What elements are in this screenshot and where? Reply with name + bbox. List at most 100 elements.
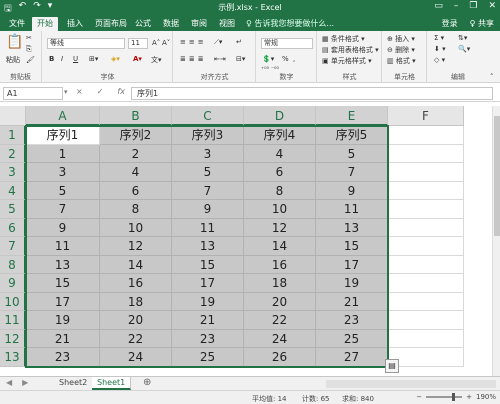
cell-b1[interactable]: 序列2 xyxy=(100,126,172,145)
cell-a13[interactable]: 23 xyxy=(26,348,100,367)
zoom-slider-knob[interactable] xyxy=(452,393,456,401)
row-header-1[interactable]: 1 xyxy=(0,126,26,145)
row-header-6[interactable]: 6 xyxy=(0,218,26,237)
row-header-13[interactable]: 13 xyxy=(0,348,26,367)
cell-c7[interactable]: 13 xyxy=(172,237,244,256)
row-header-11[interactable]: 11 xyxy=(0,311,26,330)
italic-button[interactable]: I xyxy=(61,55,63,63)
select-all-corner[interactable] xyxy=(0,106,26,126)
row-header-4[interactable]: 4 xyxy=(0,181,26,200)
borders-icon[interactable]: ⊞▾ xyxy=(89,55,98,63)
cell-e1[interactable]: 序列5 xyxy=(316,126,388,145)
orientation-icon[interactable]: ⟋▾ xyxy=(214,38,222,47)
cell-c2[interactable]: 3 xyxy=(172,144,244,163)
font-name-select[interactable]: 等线 xyxy=(47,38,125,49)
cell-b7[interactable]: 12 xyxy=(100,237,172,256)
cancel-icon[interactable]: × xyxy=(76,87,83,96)
cell-f4[interactable] xyxy=(388,181,464,200)
cell-d8[interactable]: 16 xyxy=(244,255,316,274)
cell-a4[interactable]: 5 xyxy=(26,181,100,200)
delete-cells-button[interactable]: ⊖ 删除 ▾ xyxy=(387,45,415,55)
cell-d11[interactable]: 22 xyxy=(244,311,316,330)
cell-a3[interactable]: 3 xyxy=(26,163,100,182)
tab-home[interactable]: 开始 xyxy=(32,17,58,31)
enter-icon[interactable]: ✓ xyxy=(97,87,104,96)
row-header-12[interactable]: 12 xyxy=(0,329,26,348)
cell-c13[interactable]: 25 xyxy=(172,348,244,367)
column-header-b[interactable]: B xyxy=(100,106,172,126)
cell-f8[interactable] xyxy=(388,255,464,274)
cell-b8[interactable]: 14 xyxy=(100,255,172,274)
name-box[interactable]: A1 xyxy=(3,87,63,100)
row-header-10[interactable]: 10 xyxy=(0,292,26,311)
horizontal-scrollbar[interactable] xyxy=(326,380,496,388)
cell-styles-button[interactable]: ▣ 单元格样式 ▾ xyxy=(322,56,372,66)
cell-d12[interactable]: 24 xyxy=(244,329,316,348)
cell-d7[interactable]: 14 xyxy=(244,237,316,256)
cell-e11[interactable]: 23 xyxy=(316,311,388,330)
zoom-out-icon[interactable]: − xyxy=(416,393,422,401)
vertical-align-icons[interactable]: ≡≡≡ xyxy=(180,38,207,46)
cell-c11[interactable]: 21 xyxy=(172,311,244,330)
cell-d5[interactable]: 10 xyxy=(244,200,316,219)
cell-a2[interactable]: 1 xyxy=(26,144,100,163)
cell-e9[interactable]: 19 xyxy=(316,274,388,293)
login-link[interactable]: 登录 xyxy=(442,18,458,29)
tab-review[interactable]: 审阅 xyxy=(186,17,212,31)
cell-c8[interactable]: 15 xyxy=(172,255,244,274)
cell-a7[interactable]: 11 xyxy=(26,237,100,256)
minimize-icon[interactable]: – xyxy=(454,1,459,11)
fill-color-icon[interactable]: ◈▾ xyxy=(111,55,120,63)
cell-c4[interactable]: 7 xyxy=(172,181,244,200)
ribbon-display-icon[interactable]: ▭ xyxy=(434,1,443,11)
fill-icon[interactable]: ⬇ ▾ xyxy=(434,45,446,53)
row-header-2[interactable]: 2 xyxy=(0,144,26,163)
cell-c12[interactable]: 23 xyxy=(172,329,244,348)
number-format-select[interactable]: 常规 xyxy=(261,38,313,49)
wrap-text-icon[interactable]: ↵ xyxy=(236,38,242,46)
row-header-3[interactable]: 3 xyxy=(0,163,26,182)
phonetic-icon[interactable]: 文▾ xyxy=(151,55,162,65)
next-sheet-icon[interactable]: ▶ xyxy=(22,378,28,387)
cell-e10[interactable]: 21 xyxy=(316,292,388,311)
cell-f9[interactable] xyxy=(388,274,464,293)
format-painter-icon[interactable]: 🖌 xyxy=(26,56,35,64)
cell-e7[interactable]: 15 xyxy=(316,237,388,256)
cell-b4[interactable]: 6 xyxy=(100,181,172,200)
name-box-dropdown-icon[interactable]: ▾ xyxy=(64,88,68,96)
sheet-tab-sheet1[interactable]: Sheet1 xyxy=(92,377,132,390)
cell-c10[interactable]: 19 xyxy=(172,292,244,311)
row-header-5[interactable]: 5 xyxy=(0,200,26,219)
cell-b10[interactable]: 18 xyxy=(100,292,172,311)
cell-f3[interactable] xyxy=(388,163,464,182)
vertical-scrollbar[interactable] xyxy=(492,106,500,376)
tell-me-search[interactable]: ♀ 告诉我您想要做什么... xyxy=(246,18,334,29)
cell-f11[interactable] xyxy=(388,311,464,330)
cut-icon[interactable]: ✂ xyxy=(26,34,32,42)
cell-f10[interactable] xyxy=(388,292,464,311)
cell-b12[interactable]: 22 xyxy=(100,329,172,348)
zoom-slider[interactable] xyxy=(426,393,463,401)
close-icon[interactable]: ✕ xyxy=(488,1,496,11)
cell-b11[interactable]: 20 xyxy=(100,311,172,330)
share-button[interactable]: ♀ 共享 xyxy=(470,18,494,29)
underline-button[interactable]: U xyxy=(73,55,78,63)
cell-f13[interactable] xyxy=(388,348,464,367)
cell-a11[interactable]: 19 xyxy=(26,311,100,330)
merge-center-icon[interactable]: ⊟▾ xyxy=(236,55,245,63)
cell-f6[interactable] xyxy=(388,218,464,237)
vertical-scroll-thumb[interactable] xyxy=(494,116,500,236)
comma-button[interactable]: , xyxy=(293,55,295,63)
tab-formulas[interactable]: 公式 xyxy=(130,17,156,31)
cell-d2[interactable]: 4 xyxy=(244,144,316,163)
copy-icon[interactable]: ⎘ xyxy=(26,45,32,54)
cell-d9[interactable]: 18 xyxy=(244,274,316,293)
insert-cells-button[interactable]: ⊕ 插入 ▾ xyxy=(387,34,415,44)
cell-d3[interactable]: 6 xyxy=(244,163,316,182)
insert-function-icon[interactable]: fx xyxy=(117,87,125,96)
add-sheet-icon[interactable]: ⊕ xyxy=(143,377,151,388)
cell-b3[interactable]: 4 xyxy=(100,163,172,182)
percent-button[interactable]: % xyxy=(282,55,289,63)
restore-icon[interactable]: ❐ xyxy=(469,1,477,11)
cell-b6[interactable]: 10 xyxy=(100,218,172,237)
